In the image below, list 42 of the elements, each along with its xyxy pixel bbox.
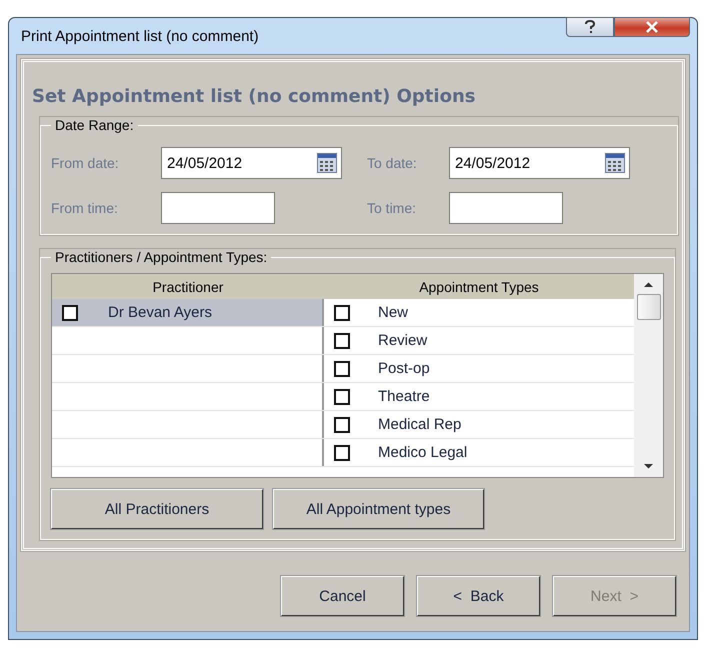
calendar-icon[interactable] (605, 153, 625, 173)
checkbox[interactable] (62, 304, 78, 320)
checkbox[interactable] (334, 388, 350, 404)
group-legend: Practitioners / Appointment Types: (51, 249, 272, 265)
all-types-button[interactable]: All Appointment types (273, 489, 484, 529)
group-legend: Date Range: (51, 117, 138, 133)
field-label: To time: (367, 200, 418, 216)
list-item[interactable]: Post-op (324, 355, 634, 382)
panel-heading: Set Appointment list (no comment) Options (32, 86, 476, 107)
column-header[interactable]: Practitioner (52, 274, 324, 299)
field-label: From date: (51, 155, 120, 171)
time-field[interactable] (161, 192, 275, 224)
list-item[interactable]: Review (324, 327, 634, 354)
scrollbar[interactable] (634, 274, 663, 477)
list-item[interactable]: Medico Legal (324, 439, 634, 466)
help-icon (584, 20, 596, 34)
list-item[interactable]: Theatre (324, 383, 634, 410)
checkbox[interactable] (334, 444, 350, 460)
scroll-thumb[interactable] (636, 294, 660, 320)
scroll-up-icon[interactable] (644, 282, 653, 288)
time-field[interactable] (449, 192, 563, 224)
close-button[interactable] (614, 17, 690, 37)
dialog-button[interactable]: Cancel (281, 576, 404, 616)
column-header[interactable]: Appointment Types (324, 274, 634, 299)
calendar-icon[interactable] (317, 153, 337, 173)
all-practitioners-button[interactable]: All Practitioners (51, 489, 263, 529)
window-title: Print Appointment list (no comment) (20, 28, 259, 44)
checkbox[interactable] (334, 304, 350, 320)
scroll-down-icon[interactable] (644, 463, 653, 469)
date-field[interactable]: 24/05/2012 (449, 147, 630, 179)
field-label: From time: (51, 200, 119, 216)
field-label: To date: (367, 155, 418, 171)
help-button[interactable] (566, 17, 614, 37)
list-item[interactable]: Medical Rep (324, 411, 634, 438)
date-field[interactable]: 24/05/2012 (161, 147, 342, 179)
close-icon (645, 21, 659, 33)
dialog-button[interactable]: < Back (417, 576, 540, 616)
checkbox[interactable] (334, 332, 350, 348)
list-item[interactable]: Dr Bevan Ayers (52, 299, 324, 326)
checkbox[interactable] (334, 416, 350, 432)
list-item[interactable]: New (324, 299, 634, 326)
checkbox[interactable] (334, 360, 350, 376)
